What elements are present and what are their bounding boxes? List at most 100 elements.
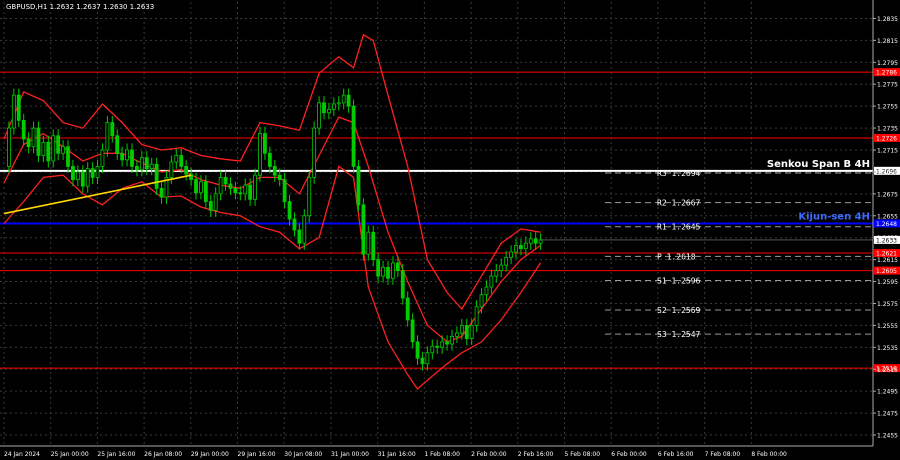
candle-body [504, 257, 509, 266]
candle-body [16, 94, 21, 121]
y-tick-label: 1.2775 [877, 82, 898, 89]
candle-body [228, 183, 233, 189]
pivot-label: S3 1.2547 [657, 330, 701, 339]
candle-body [287, 201, 292, 220]
candle-body [386, 266, 390, 279]
candle-body [253, 174, 257, 200]
y-tick-label: 1.2755 [877, 104, 898, 111]
candle-body [263, 133, 267, 154]
candle-body [445, 341, 449, 345]
candle-body [381, 266, 385, 277]
candle-body [120, 152, 125, 161]
y-tick-label: 1.2655 [877, 213, 898, 220]
x-tick-label: 6 Feb 00:00 [611, 451, 647, 458]
candle-body [346, 94, 351, 107]
candle-body [282, 179, 287, 202]
candle-body [341, 94, 346, 104]
candle-body [499, 264, 504, 271]
x-axis: 24 Jan 2024 25 Jan 00:00 25 Jan 16:00 26 Ja… [4, 451, 787, 458]
candle-body [7, 127, 11, 167]
x-tick-label: 24 Jan 2024 [4, 451, 40, 458]
price-chart[interactable]: 1.2696Senkou Span B 4H1.2648Kijun-sen 4H… [0, 0, 900, 460]
candle-body [420, 357, 425, 365]
candle-body [248, 184, 253, 200]
candle-body [95, 166, 100, 178]
candle-body [312, 127, 317, 178]
candle-body [110, 122, 115, 137]
candle-body [26, 138, 31, 148]
candle-body [144, 157, 149, 170]
candle-body [258, 133, 262, 176]
candle-body [85, 168, 90, 187]
candle-body [459, 325, 464, 334]
candle-body [105, 122, 110, 151]
candle-body [213, 193, 218, 211]
y-tick-label: 1.2475 [877, 411, 898, 418]
y-tick-label: 1.2595 [877, 279, 898, 286]
candle-body [455, 332, 459, 337]
candle-body [21, 120, 26, 140]
candle-body [75, 171, 80, 180]
x-tick-label: 30 Jan 08:00 [284, 451, 322, 458]
y-tick-label: 1.2835 [877, 16, 898, 23]
y-tick-label: 1.2735 [877, 126, 898, 133]
level-name-label: Senkou Span B 4H [767, 159, 870, 170]
candle-body [415, 341, 420, 359]
level-price-label: 1.2786 [876, 70, 897, 77]
candle-body [130, 149, 134, 167]
candle-body [469, 325, 474, 339]
candle-body [322, 102, 326, 114]
y-tick-label: 1.2795 [877, 60, 898, 67]
x-tick-label: 29 Jan 00:00 [191, 451, 229, 458]
y-tick-label: 1.2555 [877, 323, 898, 330]
candle-body [361, 204, 366, 255]
pivot-label: R2 1.2667 [657, 199, 701, 208]
candle-body [194, 179, 198, 194]
candle-body [31, 127, 36, 148]
candle-body [243, 184, 248, 195]
x-tick-label: 5 Feb 08:00 [565, 451, 601, 458]
y-tick-label: 1.2615 [877, 257, 898, 264]
level-price-label: 1.2605 [876, 268, 897, 275]
candle-body [376, 259, 381, 277]
x-tick-label: 2 Feb 16:00 [518, 451, 554, 458]
y-tick-label: 1.2535 [877, 345, 898, 352]
candle-body [528, 238, 533, 244]
pivot-label: S1 1.2596 [657, 276, 701, 285]
candle-body [223, 177, 228, 185]
y-tick-label: 1.2715 [877, 148, 898, 155]
candle-body [208, 201, 213, 211]
candle-body [509, 251, 513, 258]
level-name-label: Kijun-sen 4H [798, 211, 870, 222]
candle-body [277, 174, 282, 180]
candle-body [514, 244, 518, 253]
candle-body [489, 275, 494, 288]
y-tick-label: 1.2675 [877, 191, 898, 198]
candle-body [450, 335, 454, 345]
candle-body [233, 187, 238, 194]
candle-body [272, 166, 277, 176]
candle-body [149, 163, 154, 170]
x-tick-label: 6 Feb 16:00 [658, 451, 694, 458]
candle-body [46, 141, 51, 162]
x-tick-label: 7 Feb 08:00 [705, 451, 741, 458]
x-tick-label: 2 Feb 00:00 [471, 451, 507, 458]
candle-body [356, 166, 361, 206]
candle-body [533, 238, 538, 244]
candle-body [405, 297, 410, 321]
level-price-label: 1.2648 [876, 221, 897, 228]
candle-body [410, 319, 415, 343]
chart-title: GBPUSD,H1 1.2632 1.2637 1.2630 1.2633 [6, 3, 154, 11]
pivot-label: S2 1.2569 [657, 306, 701, 315]
pivot-label: R3 1.2694 [657, 169, 701, 178]
x-tick-label: 25 Jan 16:00 [97, 451, 135, 458]
candle-body [36, 127, 41, 156]
candle-body [90, 168, 95, 178]
candle-body [297, 229, 302, 244]
candle-body [100, 149, 105, 167]
candle-body [115, 135, 120, 154]
candle-body [484, 286, 489, 296]
candle-body [71, 166, 75, 180]
x-tick-label: 29 Jan 16:00 [238, 451, 276, 458]
candle-body [317, 102, 321, 129]
